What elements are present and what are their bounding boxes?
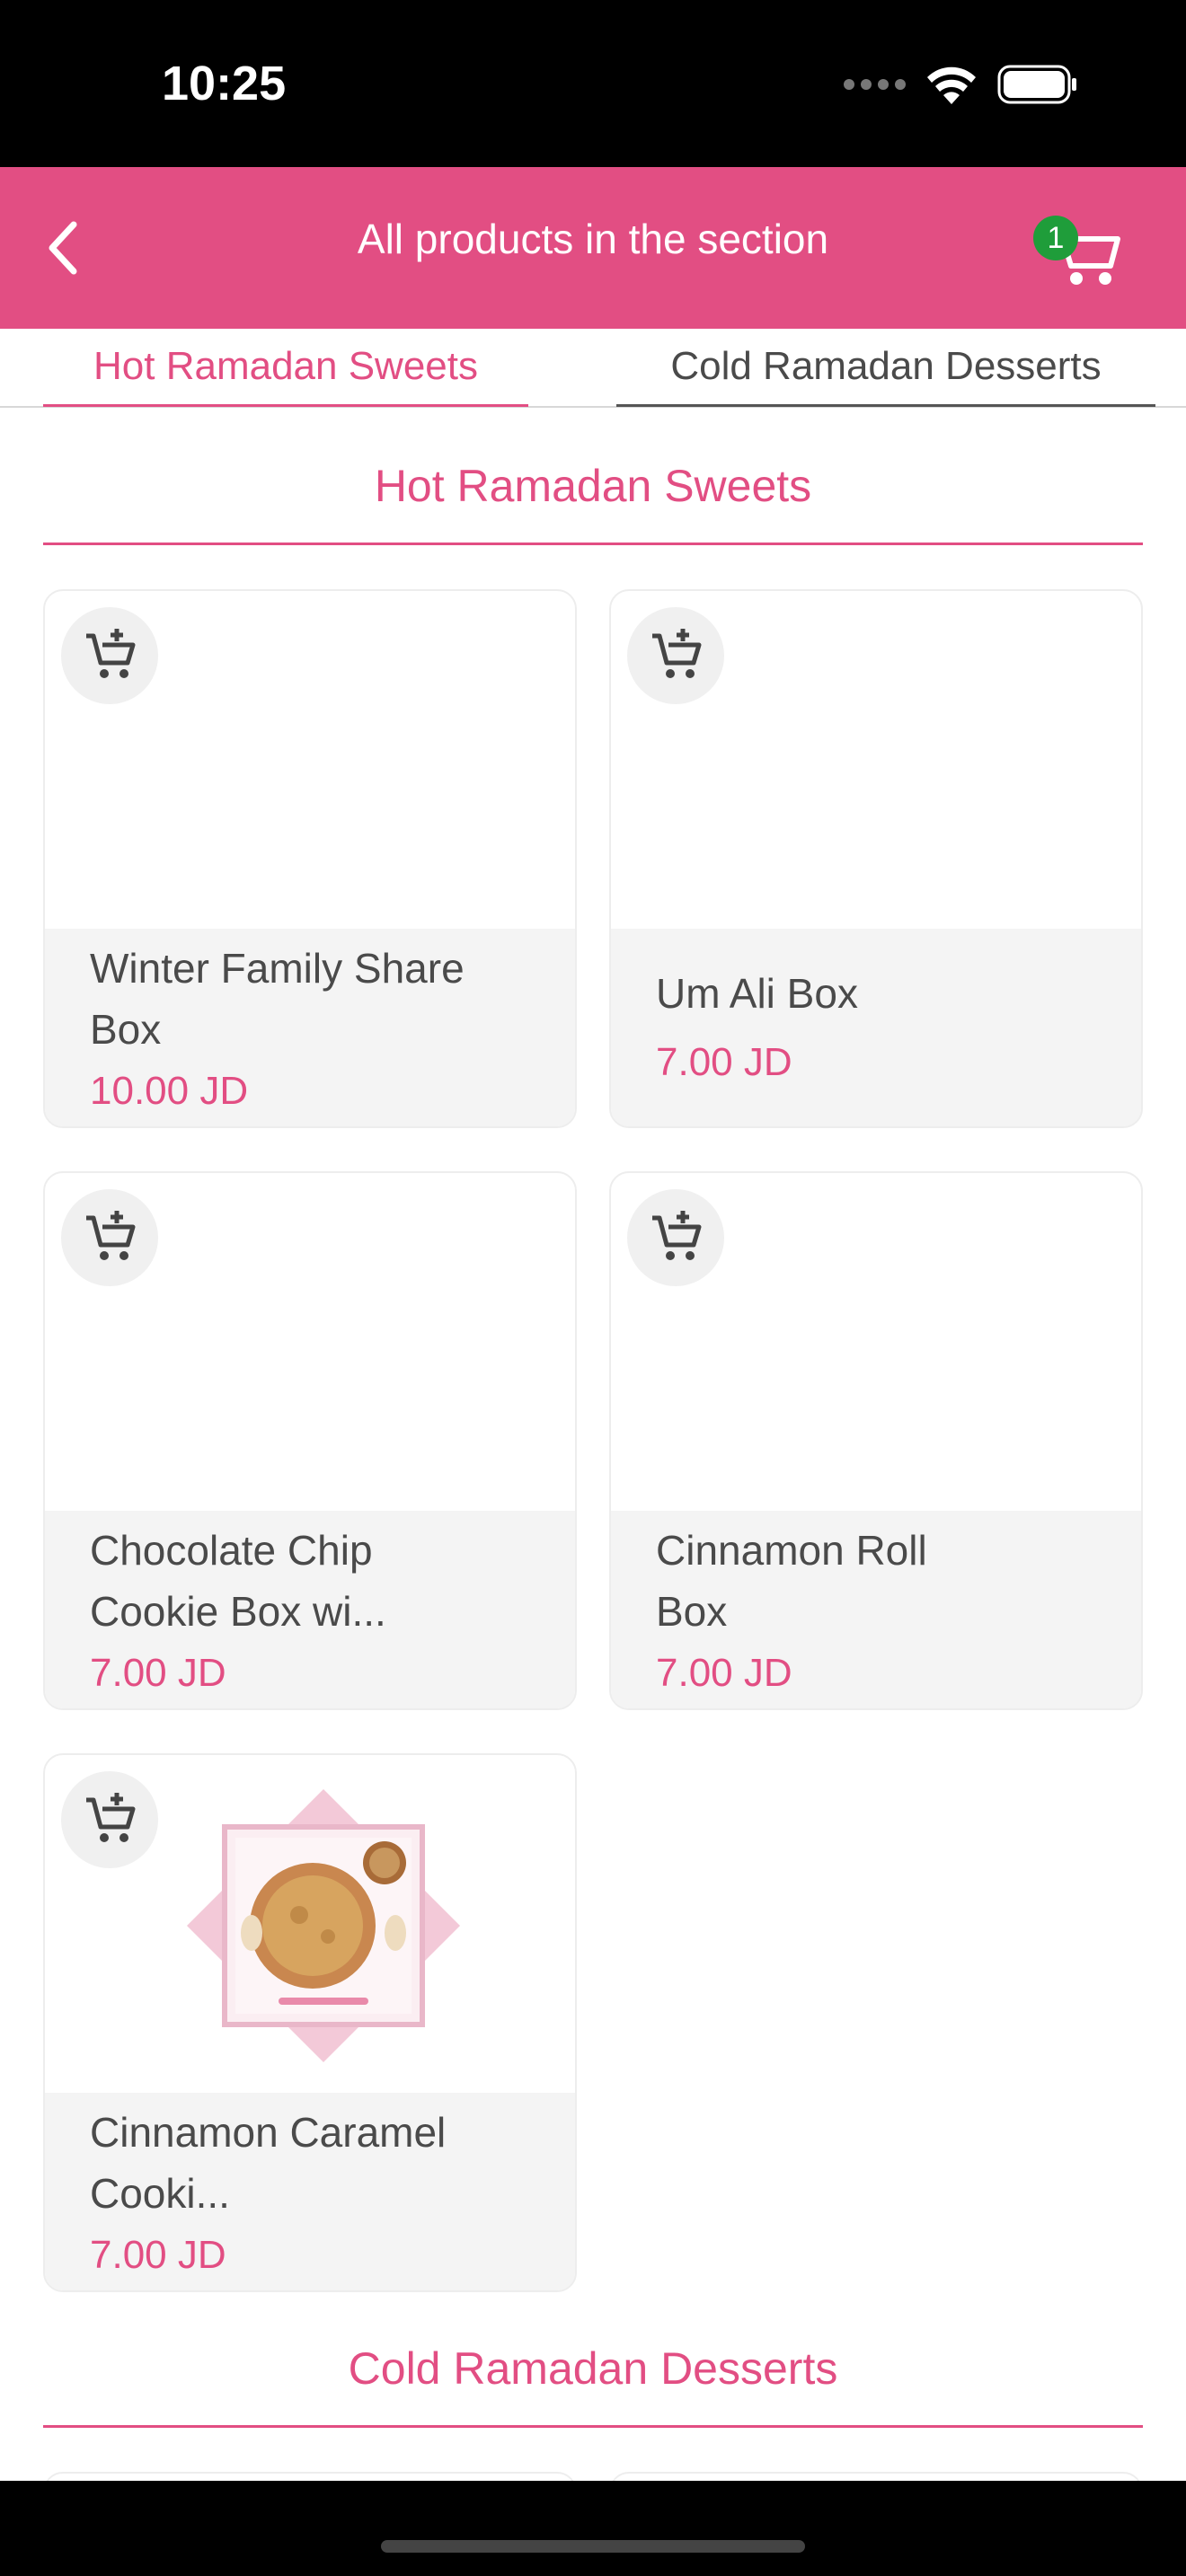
- tab-hot-ramadan-sweets[interactable]: Hot Ramadan Sweets: [43, 329, 528, 407]
- product-price: 7.00 JD: [90, 1651, 226, 1695]
- product-card[interactable]: Cinnamon Caramel Cooki... 7.00 JD: [43, 1753, 577, 2292]
- add-to-cart-button[interactable]: [61, 1771, 158, 1868]
- product-name: Um Ali Box: [656, 970, 858, 1017]
- product-card[interactable]: Cinnamon Roll Box 7.00 JD: [609, 1171, 1143, 1710]
- add-to-cart-button[interactable]: [627, 1189, 724, 1286]
- battery-icon: [997, 65, 1076, 104]
- app-header: All products in the section 1: [0, 167, 1186, 329]
- status-icons: [843, 65, 1078, 104]
- product-name: Cinnamon Caramel Cooki...: [90, 2109, 447, 2217]
- product-name: Winter Family Share Box: [90, 945, 465, 1053]
- product-card[interactable]: Um Ali Box 7.00 JD: [609, 589, 1143, 1128]
- status-time: 10:25: [162, 57, 287, 110]
- add-cart-icon: [86, 1211, 136, 1260]
- section-divider: [43, 543, 1143, 545]
- product-price: 7.00 JD: [90, 2233, 226, 2277]
- home-indicator-bar: [0, 2481, 1186, 2576]
- product-card[interactable]: Winter Family Share Box 10.00 JD: [43, 589, 577, 1128]
- add-to-cart-button[interactable]: [61, 607, 158, 704]
- product-name: Cinnamon Roll Box: [656, 1527, 927, 1635]
- signal-dots-icon: [844, 79, 906, 90]
- add-cart-icon: [86, 629, 136, 678]
- category-tabs: Hot Ramadan Sweets Cold Ramadan Desserts: [0, 329, 1186, 408]
- product-info: Chocolate Chip Cookie Box wi... 7.00 JD: [45, 1511, 575, 1708]
- product-info: Cinnamon Roll Box 7.00 JD: [611, 1511, 1141, 1708]
- cart-button[interactable]: 1: [1033, 210, 1123, 291]
- product-name: Chocolate Chip Cookie Box wi...: [90, 1527, 386, 1635]
- home-indicator[interactable]: [381, 2540, 805, 2553]
- product-card[interactable]: Chocolate Chip Cookie Box wi... 7.00 JD: [43, 1171, 577, 1710]
- product-price: 10.00 JD: [90, 1069, 249, 1113]
- add-cart-icon: [86, 1793, 136, 1842]
- add-to-cart-button[interactable]: [61, 1189, 158, 1286]
- add-to-cart-button[interactable]: [627, 607, 724, 704]
- product-image: [187, 1789, 460, 2062]
- page-title: All products in the section: [357, 216, 829, 262]
- section-title-cold: Cold Ramadan Desserts: [348, 2343, 838, 2394]
- add-cart-icon: [652, 1211, 702, 1260]
- section-title-hot: Hot Ramadan Sweets: [374, 461, 812, 511]
- add-cart-icon: [652, 629, 702, 678]
- cart-count-badge: 1: [1033, 216, 1078, 260]
- section-divider: [43, 2425, 1143, 2428]
- product-price: 7.00 JD: [656, 1651, 792, 1695]
- status-bar: 10:25: [0, 0, 1186, 167]
- product-info: Cinnamon Caramel Cooki... 7.00 JD: [45, 2093, 575, 2290]
- product-price: 7.00 JD: [656, 1040, 792, 1084]
- tab-cold-ramadan-desserts[interactable]: Cold Ramadan Desserts: [616, 329, 1155, 407]
- wifi-icon: [927, 66, 976, 104]
- product-info: Winter Family Share Box 10.00 JD: [45, 929, 575, 1126]
- product-info: Um Ali Box 7.00 JD: [611, 929, 1141, 1126]
